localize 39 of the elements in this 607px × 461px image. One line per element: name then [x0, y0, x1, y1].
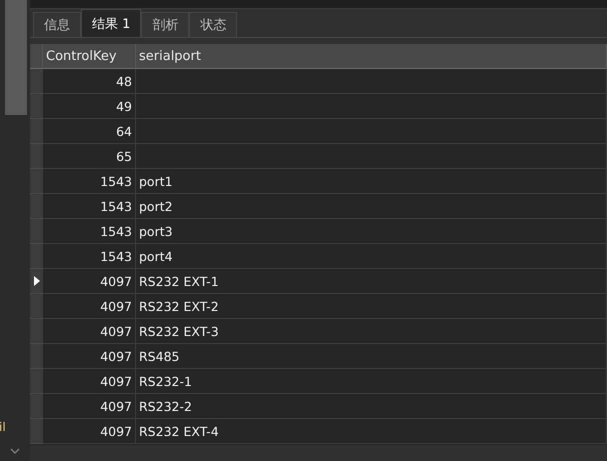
table-cell: 49 [43, 94, 136, 119]
table-cell: RS232 EXT-4 [136, 419, 607, 444]
header-corner [30, 44, 43, 69]
table-cell: RS232 EXT-2 [136, 294, 607, 319]
table-cell: 48 [43, 69, 136, 94]
table-cell: 1543 [43, 219, 136, 244]
column-header[interactable]: serialport [136, 44, 607, 69]
row-indicator[interactable] [30, 269, 43, 294]
table-cell: RS232 EXT-3 [136, 319, 607, 344]
table-cell: 4097 [43, 294, 136, 319]
table-cell: RS232-2 [136, 394, 607, 419]
table-cell: 1543 [43, 244, 136, 269]
tab[interactable]: 结果 1 [81, 9, 142, 37]
table-cell: port2 [136, 194, 607, 219]
tab[interactable]: 剖析 [141, 12, 190, 37]
table-cell: port3 [136, 219, 607, 244]
tab[interactable]: 状态 [189, 12, 238, 37]
table-cell: 4097 [43, 269, 136, 294]
table-cell: 4097 [43, 369, 136, 394]
table-cell: RS232 EXT-1 [136, 269, 607, 294]
table-cell: 65 [43, 144, 136, 169]
table-cell: 4097 [43, 419, 136, 444]
table-cell: port1 [136, 169, 607, 194]
table-cell: 64 [43, 119, 136, 144]
horizontal-scrollbar[interactable] [30, 445, 607, 461]
table-cell: port4 [136, 244, 607, 269]
table-cell: 4097 [43, 319, 136, 344]
table-cell: RS232-1 [136, 369, 607, 394]
table-cell: 1543 [43, 194, 136, 219]
current-row-icon [34, 276, 40, 286]
table-cell: RS485 [136, 344, 607, 369]
table-cell: 4097 [43, 344, 136, 369]
chevron-down-icon[interactable] [10, 448, 20, 455]
label-text: il [0, 420, 6, 434]
scrollbar-thumb[interactable] [5, 0, 27, 115]
table-cell: 4097 [43, 394, 136, 419]
tab[interactable]: 信息 [33, 12, 81, 37]
column-header[interactable]: ControlKey [43, 44, 136, 69]
table-cell: 1543 [43, 169, 136, 194]
